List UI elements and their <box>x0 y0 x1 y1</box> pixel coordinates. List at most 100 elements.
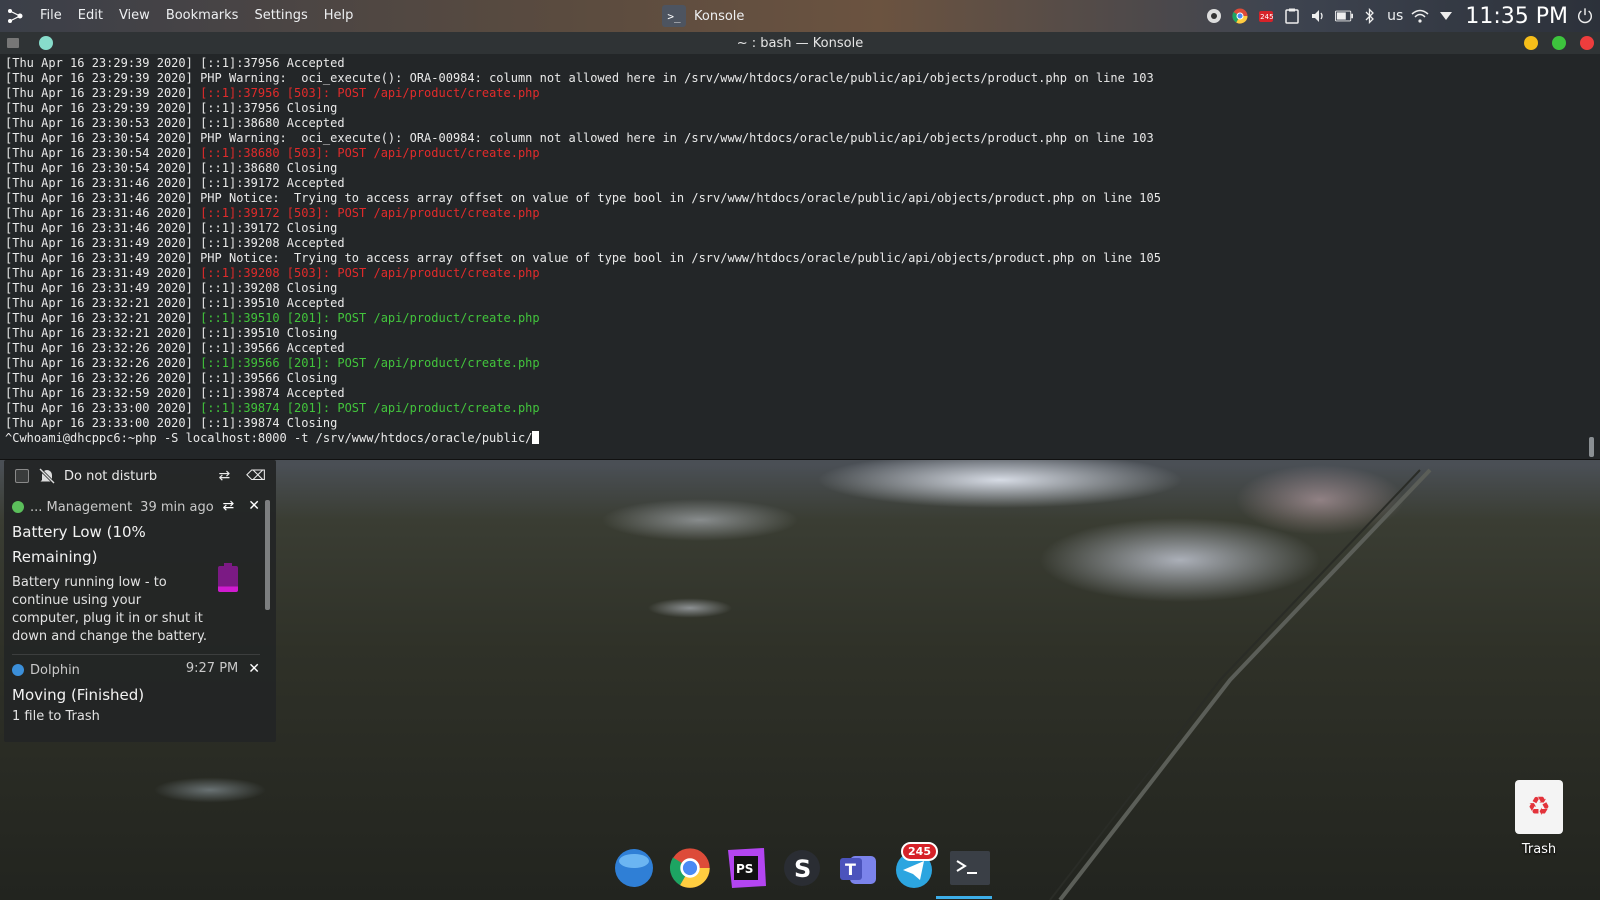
menu-view[interactable]: View <box>111 0 158 32</box>
line-timestamp: [Thu Apr 16 23:30:54 2020] <box>5 146 201 160</box>
telegram-badge: 245 <box>901 842 938 861</box>
clear-all-icon[interactable]: ⌫ <box>246 468 266 484</box>
steam-icon[interactable] <box>1205 7 1223 25</box>
line-timestamp: [Thu Apr 16 23:33:00 2020] <box>5 416 201 430</box>
terminal-scrollbar[interactable] <box>1589 437 1594 457</box>
chrome-icon[interactable] <box>1231 7 1249 25</box>
line-timestamp: [Thu Apr 16 23:32:26 2020] <box>5 371 201 385</box>
dock-konsole[interactable] <box>948 846 992 890</box>
terminal-line: [Thu Apr 16 23:33:00 2020] [::1]:39874 C… <box>5 416 1578 431</box>
shell-prompt[interactable]: ^Cwhoami@dhcppc6:~php -S localhost:8000 … <box>5 431 1578 446</box>
volume-icon[interactable] <box>1309 7 1327 25</box>
menu-bookmarks[interactable]: Bookmarks <box>158 0 247 32</box>
line-message: [::1]:39510 [201]: POST /api/product/cre… <box>200 311 540 325</box>
notification-body: 1 file to Trash <box>12 709 100 724</box>
keep-above-icon[interactable] <box>39 36 53 50</box>
menu-file[interactable]: File <box>32 0 70 32</box>
dock-chrome[interactable] <box>668 846 712 890</box>
tray-expand-icon[interactable] <box>1437 7 1455 25</box>
text-cursor <box>532 431 540 444</box>
clipboard-icon[interactable] <box>1283 7 1301 25</box>
terminal-output[interactable]: [Thu Apr 16 23:29:39 2020] [::1]:37956 A… <box>5 56 1578 446</box>
dismiss-icon[interactable]: ✕ <box>248 498 260 514</box>
line-timestamp: [Thu Apr 16 23:31:46 2020] <box>5 191 201 205</box>
line-message: PHP Warning: oci_execute(): ORA-00984: c… <box>200 131 1154 145</box>
wifi-icon[interactable] <box>1411 7 1429 25</box>
trash-label: Trash <box>1521 842 1557 857</box>
line-timestamp: [Thu Apr 16 23:31:46 2020] <box>5 176 201 190</box>
line-message: [::1]:37956 [503]: POST /api/product/cre… <box>200 86 540 100</box>
minimize-button[interactable] <box>1524 36 1538 50</box>
line-message: [::1]:39172 Closing <box>200 221 338 235</box>
bluetooth-icon[interactable] <box>1361 7 1379 25</box>
dock-skype[interactable]: S <box>780 846 824 890</box>
dismiss-icon[interactable]: ✕ <box>248 661 260 677</box>
menu-edit[interactable]: Edit <box>70 0 111 32</box>
terminal-line: [Thu Apr 16 23:30:54 2020] [::1]:38680 C… <box>5 161 1578 176</box>
line-timestamp: [Thu Apr 16 23:31:49 2020] <box>5 281 201 295</box>
line-message: [::1]:39566 [201]: POST /api/product/cre… <box>200 356 540 370</box>
notification-header: Do not disturb ⇄ ⌫ <box>4 460 276 492</box>
terminal-line: [Thu Apr 16 23:31:46 2020] [::1]:39172 [… <box>5 206 1578 221</box>
chrome-icon <box>669 848 710 888</box>
dock-teams[interactable]: T <box>836 846 880 890</box>
line-timestamp: [Thu Apr 16 23:31:49 2020] <box>5 251 201 265</box>
terminal-line: [Thu Apr 16 23:32:26 2020] [::1]:39566 C… <box>5 371 1578 386</box>
battery-icon[interactable] <box>1335 7 1354 25</box>
telegram-tray-icon[interactable]: 245 <box>1257 7 1275 25</box>
terminal-line: [Thu Apr 16 23:31:49 2020] [::1]:39208 C… <box>5 281 1578 296</box>
line-message: PHP Notice: Trying to access array offse… <box>200 191 1161 205</box>
window-title: ~ : bash — Konsole <box>736 35 864 51</box>
dock-phpstorm[interactable]: PS <box>724 846 768 890</box>
task-konsole[interactable]: >_ Konsole <box>662 4 744 28</box>
line-message: PHP Notice: Trying to access array offse… <box>200 251 1161 265</box>
line-message: [::1]:39208 Accepted <box>200 236 345 250</box>
terminal-line: [Thu Apr 16 23:31:49 2020] PHP Notice: T… <box>5 251 1578 266</box>
terminal-line: [Thu Apr 16 23:30:53 2020] [::1]:38680 A… <box>5 116 1578 131</box>
keyboard-layout[interactable]: us <box>1387 8 1403 24</box>
terminal-line: [Thu Apr 16 23:29:39 2020] PHP Warning: … <box>5 71 1578 86</box>
menu-settings[interactable]: Settings <box>246 0 315 32</box>
notification-panel: Do not disturb ⇄ ⌫ ... Management 39 min… <box>4 460 276 742</box>
line-timestamp: [Thu Apr 16 23:32:59 2020] <box>5 386 201 400</box>
bell-off-icon <box>38 467 56 485</box>
konsole-titlebar[interactable]: ~ : bash — Konsole <box>0 32 1600 54</box>
line-message: [::1]:39172 [503]: POST /api/product/cre… <box>200 206 540 220</box>
terminal-line: [Thu Apr 16 23:32:21 2020] [::1]:39510 A… <box>5 296 1578 311</box>
notification-body: Battery running low - to continue using … <box>12 575 207 644</box>
line-timestamp: [Thu Apr 16 23:33:00 2020] <box>5 401 201 415</box>
terminal-icon: >_ <box>662 5 686 27</box>
app-launcher[interactable] <box>2 0 28 32</box>
configure-icon[interactable]: ⇄ <box>223 498 235 514</box>
menu-help[interactable]: Help <box>316 0 362 32</box>
close-button[interactable] <box>1580 36 1594 50</box>
line-message: [::1]:39208 [503]: POST /api/product/cre… <box>200 266 540 280</box>
dnd-checkbox[interactable] <box>15 469 29 483</box>
terminal-line: [Thu Apr 16 23:31:49 2020] [::1]:39208 [… <box>5 266 1578 281</box>
line-timestamp: [Thu Apr 16 23:31:49 2020] <box>5 236 201 250</box>
terminal-line: [Thu Apr 16 23:33:00 2020] [::1]:39874 [… <box>5 401 1578 416</box>
line-message: [::1]:39874 [201]: POST /api/product/cre… <box>200 401 540 415</box>
maximize-button[interactable] <box>1552 36 1566 50</box>
konsole-window: ~ : bash — Konsole [Thu Apr 16 23:29:39 … <box>0 32 1600 460</box>
terminal-line: [Thu Apr 16 23:31:46 2020] PHP Notice: T… <box>5 191 1578 206</box>
line-timestamp: [Thu Apr 16 23:32:21 2020] <box>5 326 201 340</box>
notification-app: ... Management <box>30 499 133 515</box>
terminal-line: [Thu Apr 16 23:32:59 2020] [::1]:39874 A… <box>5 386 1578 401</box>
power-icon[interactable] <box>1576 7 1594 25</box>
clock[interactable]: 11:35 PM <box>1465 4 1568 29</box>
configure-notifications-icon[interactable]: ⇄ <box>218 468 230 484</box>
line-message: [::1]:38680 Closing <box>200 161 338 175</box>
terminal-line: [Thu Apr 16 23:29:39 2020] [::1]:37956 C… <box>5 101 1578 116</box>
terminal-line: [Thu Apr 16 23:30:54 2020] PHP Warning: … <box>5 131 1578 146</box>
telegram-tray-badge: 245 <box>1260 13 1274 21</box>
notification-time: 9:27 PM <box>185 661 239 676</box>
line-message: [::1]:39510 Closing <box>200 326 338 340</box>
window-menu-icon[interactable] <box>7 38 19 48</box>
notification-app: Dolphin <box>30 662 80 678</box>
terminal-line: [Thu Apr 16 23:32:26 2020] [::1]:39566 A… <box>5 341 1578 356</box>
notification-scrollbar[interactable] <box>265 500 270 610</box>
dock-telegram[interactable]: 245 <box>892 842 938 890</box>
desktop-trash[interactable]: ♻ Trash <box>1512 780 1566 857</box>
dock-dolphin[interactable] <box>612 846 656 890</box>
